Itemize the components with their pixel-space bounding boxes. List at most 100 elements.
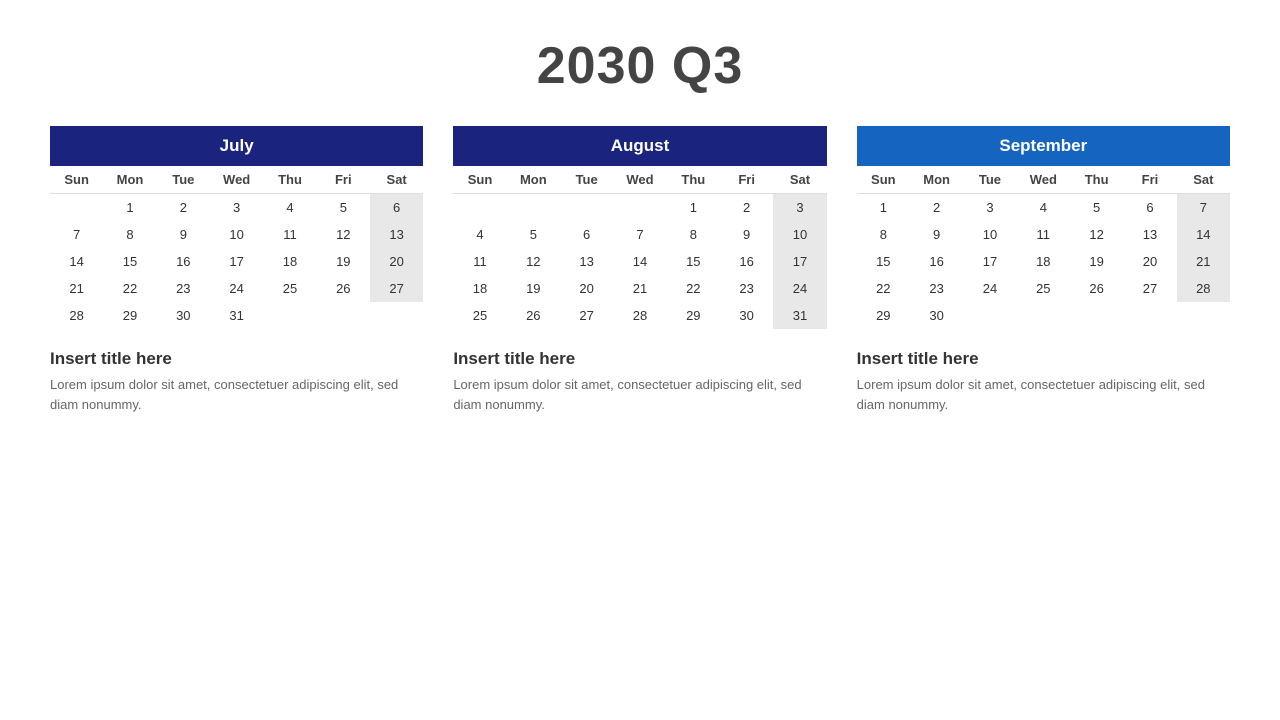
table-row: 22232425262728	[857, 275, 1230, 302]
day-cell: 13	[560, 248, 613, 275]
calendar-table-july: JulySunMonTueWedThuFriSat123456789101112…	[50, 126, 423, 329]
day-cell: 29	[667, 302, 720, 329]
info-title-july: Insert title here	[50, 349, 423, 369]
day-cell: 5	[1070, 194, 1123, 222]
day-cell: 19	[507, 275, 560, 302]
day-cell: 24	[210, 275, 263, 302]
dow-sun-august: Sun	[453, 166, 506, 194]
day-cell: 23	[720, 275, 773, 302]
day-cell: 18	[453, 275, 506, 302]
day-cell: 4	[453, 221, 506, 248]
day-cell: 8	[857, 221, 910, 248]
table-row: 14151617181920	[50, 248, 423, 275]
table-row: 25262728293031	[453, 302, 826, 329]
day-cell	[1070, 302, 1123, 329]
day-cell: 16	[910, 248, 963, 275]
calendar-table-september: SeptemberSunMonTueWedThuFriSat1234567891…	[857, 126, 1230, 329]
day-cell: 2	[157, 194, 210, 222]
table-row: 45678910	[453, 221, 826, 248]
day-cell: 6	[1123, 194, 1176, 222]
dow-wed-september: Wed	[1017, 166, 1070, 194]
day-cell: 5	[507, 221, 560, 248]
info-title-august: Insert title here	[453, 349, 826, 369]
day-cell: 20	[1123, 248, 1176, 275]
day-cell: 9	[157, 221, 210, 248]
day-cell: 10	[963, 221, 1016, 248]
dow-tue-july: Tue	[157, 166, 210, 194]
calendar-july: JulySunMonTueWedThuFriSat123456789101112…	[50, 126, 423, 414]
day-cell: 3	[773, 194, 826, 222]
month-header-august: August	[453, 126, 826, 166]
day-cell: 28	[1177, 275, 1230, 302]
day-cell: 26	[1070, 275, 1123, 302]
table-row: 123	[453, 194, 826, 222]
day-cell: 4	[263, 194, 316, 222]
table-row: 21222324252627	[50, 275, 423, 302]
day-cell: 14	[1177, 221, 1230, 248]
dow-wed-august: Wed	[613, 166, 666, 194]
day-cell: 10	[773, 221, 826, 248]
dow-tue-august: Tue	[560, 166, 613, 194]
info-section-july: Insert title hereLorem ipsum dolor sit a…	[50, 349, 423, 414]
table-row: 15161718192021	[857, 248, 1230, 275]
day-cell: 27	[1123, 275, 1176, 302]
day-cell: 16	[720, 248, 773, 275]
dow-sat-august: Sat	[773, 166, 826, 194]
day-cell: 2	[910, 194, 963, 222]
day-cell: 25	[1017, 275, 1070, 302]
info-section-september: Insert title hereLorem ipsum dolor sit a…	[857, 349, 1230, 414]
day-cell	[317, 302, 370, 329]
day-cell: 31	[773, 302, 826, 329]
day-cell: 28	[613, 302, 666, 329]
day-cell: 9	[910, 221, 963, 248]
info-text-september: Lorem ipsum dolor sit amet, consectetuer…	[857, 375, 1230, 414]
calendar-september: SeptemberSunMonTueWedThuFriSat1234567891…	[857, 126, 1230, 414]
table-row: 11121314151617	[453, 248, 826, 275]
table-row: 2930	[857, 302, 1230, 329]
day-cell: 12	[1070, 221, 1123, 248]
dow-thu-july: Thu	[263, 166, 316, 194]
info-text-august: Lorem ipsum dolor sit amet, consectetuer…	[453, 375, 826, 414]
day-cell: 23	[910, 275, 963, 302]
day-cell	[1017, 302, 1070, 329]
day-cell: 22	[667, 275, 720, 302]
day-cell: 15	[103, 248, 156, 275]
month-header-july: July	[50, 126, 423, 166]
day-cell: 10	[210, 221, 263, 248]
day-cell: 29	[103, 302, 156, 329]
day-cell: 11	[263, 221, 316, 248]
dow-wed-july: Wed	[210, 166, 263, 194]
dow-tue-september: Tue	[963, 166, 1016, 194]
day-cell: 19	[317, 248, 370, 275]
day-cell: 3	[963, 194, 1016, 222]
day-cell: 27	[560, 302, 613, 329]
page-title: 2030 Q3	[537, 36, 744, 96]
day-cell: 13	[1123, 221, 1176, 248]
day-cell: 29	[857, 302, 910, 329]
day-cell	[507, 194, 560, 222]
dow-fri-august: Fri	[720, 166, 773, 194]
day-cell: 5	[317, 194, 370, 222]
dow-fri-july: Fri	[317, 166, 370, 194]
day-cell: 12	[317, 221, 370, 248]
day-cell: 17	[210, 248, 263, 275]
day-cell: 11	[453, 248, 506, 275]
day-cell: 14	[50, 248, 103, 275]
day-cell: 8	[667, 221, 720, 248]
calendar-august: AugustSunMonTueWedThuFriSat1234567891011…	[453, 126, 826, 414]
table-row: 123456	[50, 194, 423, 222]
day-cell: 21	[50, 275, 103, 302]
table-row: 1234567	[857, 194, 1230, 222]
day-cell: 30	[720, 302, 773, 329]
day-cell: 18	[263, 248, 316, 275]
day-cell: 7	[50, 221, 103, 248]
day-cell: 11	[1017, 221, 1070, 248]
day-cell: 9	[720, 221, 773, 248]
day-cell: 25	[453, 302, 506, 329]
day-cell: 15	[857, 248, 910, 275]
day-cell: 26	[507, 302, 560, 329]
dow-thu-september: Thu	[1070, 166, 1123, 194]
table-row: 891011121314	[857, 221, 1230, 248]
day-cell: 4	[1017, 194, 1070, 222]
day-cell	[613, 194, 666, 222]
